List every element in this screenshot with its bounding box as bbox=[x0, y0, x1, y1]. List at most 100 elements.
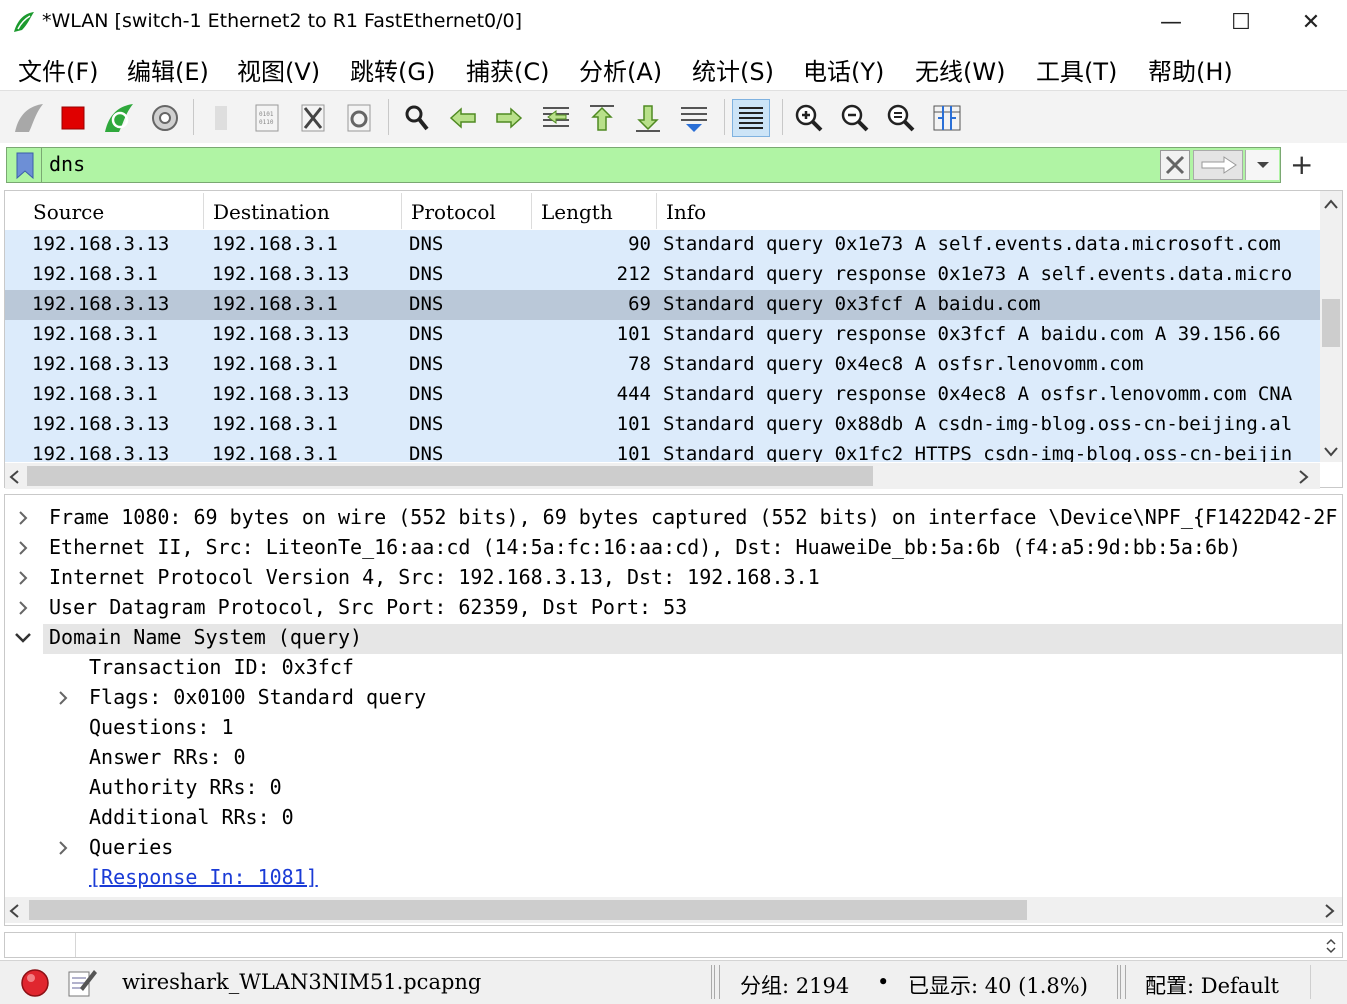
packet-row-selected[interactable]: 192.168.3.13 192.168.3.1 DNS 69 Standard… bbox=[5, 290, 1320, 320]
scroll-right-icon[interactable] bbox=[1298, 469, 1310, 485]
restart-capture-icon[interactable] bbox=[100, 99, 138, 137]
minimize-button[interactable]: — bbox=[1136, 0, 1206, 44]
menu-statistics[interactable]: 统计(S) bbox=[692, 52, 774, 87]
menu-file[interactable]: 文件(F) bbox=[18, 52, 99, 87]
stop-capture-icon[interactable] bbox=[54, 99, 92, 137]
vscroll-thumb[interactable] bbox=[1322, 299, 1340, 347]
go-to-packet-icon[interactable] bbox=[537, 99, 575, 137]
detail-queries[interactable]: Queries bbox=[89, 835, 173, 865]
detail-ipv4[interactable]: Internet Protocol Version 4, Src: 192.16… bbox=[49, 565, 820, 595]
detail-dns[interactable]: Domain Name System (query) bbox=[49, 625, 362, 655]
apply-filter-arrow-icon[interactable] bbox=[1193, 150, 1243, 180]
packet-row[interactable]: 192.168.3.1 192.168.3.13 DNS 101 Standar… bbox=[5, 320, 1320, 350]
collapse-arrow-icon[interactable] bbox=[14, 631, 32, 645]
scroll-right-icon[interactable] bbox=[1324, 903, 1336, 919]
expert-info-icon[interactable] bbox=[20, 968, 50, 998]
column-protocol[interactable]: Protocol bbox=[411, 200, 496, 224]
zoom-out-icon[interactable] bbox=[836, 99, 874, 137]
menu-help[interactable]: 帮助(H) bbox=[1148, 52, 1233, 87]
cell-protocol: DNS bbox=[409, 323, 444, 345]
capture-options-icon[interactable] bbox=[146, 99, 184, 137]
auto-scroll-icon[interactable] bbox=[675, 99, 713, 137]
detail-ethernet[interactable]: Ethernet II, Src: LiteonTe_16:aa:cd (14:… bbox=[49, 535, 1241, 565]
start-capture-icon[interactable] bbox=[10, 99, 48, 137]
packet-row[interactable]: 192.168.3.1 192.168.3.13 DNS 444 Standar… bbox=[5, 380, 1320, 410]
zoom-in-icon[interactable] bbox=[790, 99, 828, 137]
cell-protocol: DNS bbox=[409, 413, 444, 435]
display-filter-bar: dns bbox=[6, 147, 1281, 183]
expand-arrow-icon[interactable] bbox=[56, 690, 70, 706]
filter-history-dropdown[interactable] bbox=[1245, 150, 1279, 180]
expand-arrow-icon[interactable] bbox=[56, 840, 70, 856]
find-packet-icon[interactable] bbox=[398, 99, 436, 137]
column-info[interactable]: Info bbox=[666, 200, 706, 224]
scroll-left-icon[interactable] bbox=[8, 469, 20, 485]
cell-destination: 192.168.3.13 bbox=[212, 383, 350, 405]
menu-tools[interactable]: 工具(T) bbox=[1036, 52, 1117, 87]
svg-text:0110: 0110 bbox=[259, 119, 274, 126]
menu-analyze[interactable]: 分析(A) bbox=[579, 52, 662, 87]
menu-view[interactable]: 视图(V) bbox=[237, 52, 320, 87]
expand-arrow-icon[interactable] bbox=[16, 510, 30, 526]
spin-arrows-icon[interactable] bbox=[1324, 938, 1338, 954]
cell-destination: 192.168.3.1 bbox=[212, 233, 338, 255]
close-file-icon[interactable] bbox=[294, 99, 332, 137]
maximize-button[interactable]: ☐ bbox=[1206, 0, 1276, 44]
clear-filter-icon[interactable] bbox=[1160, 150, 1190, 180]
reload-file-icon[interactable] bbox=[340, 99, 378, 137]
save-file-icon[interactable]: 0101 0110 bbox=[248, 99, 286, 137]
cell-info: Standard query response 0x1e73 A self.ev… bbox=[663, 263, 1293, 285]
close-button[interactable]: ✕ bbox=[1276, 0, 1346, 44]
column-source[interactable]: Source bbox=[33, 200, 104, 224]
go-back-icon[interactable] bbox=[444, 99, 482, 137]
cell-length: 101 bbox=[616, 443, 651, 462]
detail-udp[interactable]: User Datagram Protocol, Src Port: 62359,… bbox=[49, 595, 687, 625]
detail-flags[interactable]: Flags: 0x0100 Standard query bbox=[89, 685, 426, 715]
packet-row[interactable]: 192.168.3.13 192.168.3.1 DNS 90 Standard… bbox=[5, 230, 1320, 260]
packet-row[interactable]: 192.168.3.1 192.168.3.13 DNS 212 Standar… bbox=[5, 260, 1320, 290]
expand-arrow-icon[interactable] bbox=[16, 600, 30, 616]
menu-telephony[interactable]: 电话(Y) bbox=[803, 52, 884, 87]
last-packet-icon[interactable] bbox=[629, 99, 667, 137]
go-forward-icon[interactable] bbox=[490, 99, 528, 137]
response-in-link[interactable]: [Response In: 1081] bbox=[89, 865, 318, 895]
profile-label[interactable]: 配置: Default bbox=[1145, 970, 1279, 1000]
colorize-icon[interactable] bbox=[732, 99, 770, 137]
normal-size-icon[interactable] bbox=[882, 99, 920, 137]
packet-row[interactable]: 192.168.3.13 192.168.3.1 DNS 78 Standard… bbox=[5, 350, 1320, 380]
detail-transaction-id[interactable]: Transaction ID: 0x3fcf bbox=[89, 655, 354, 685]
resize-columns-icon[interactable] bbox=[928, 99, 966, 137]
expand-arrow-icon[interactable] bbox=[16, 570, 30, 586]
detail-additional-rrs[interactable]: Additional RRs: 0 bbox=[89, 805, 294, 835]
packet-row[interactable]: 192.168.3.13 192.168.3.1 DNS 101 Standar… bbox=[5, 410, 1320, 440]
packet-row[interactable]: 192.168.3.13 192.168.3.1 DNS 101 Standar… bbox=[5, 440, 1320, 462]
capture-comment-icon[interactable] bbox=[66, 966, 98, 998]
hscroll-thumb[interactable] bbox=[29, 900, 1027, 920]
menu-wireless[interactable]: 无线(W) bbox=[915, 52, 1005, 87]
scroll-down-icon[interactable] bbox=[1323, 445, 1339, 457]
cell-length: 212 bbox=[616, 263, 651, 285]
hscroll-thumb[interactable] bbox=[27, 466, 873, 486]
detail-frame[interactable]: Frame 1080: 69 bytes on wire (552 bits),… bbox=[49, 505, 1337, 535]
add-filter-button[interactable]: + bbox=[1290, 148, 1313, 181]
column-length[interactable]: Length bbox=[541, 200, 613, 224]
menu-go[interactable]: 跳转(G) bbox=[350, 52, 435, 87]
scroll-up-icon[interactable] bbox=[1323, 198, 1339, 210]
menu-capture[interactable]: 捕获(C) bbox=[466, 52, 549, 87]
cell-info: Standard query response 0x3fcf A baidu.c… bbox=[663, 323, 1281, 345]
bookmark-icon[interactable] bbox=[15, 152, 35, 180]
detail-answer-rrs[interactable]: Answer RRs: 0 bbox=[89, 745, 246, 775]
first-packet-icon[interactable] bbox=[583, 99, 621, 137]
detail-questions[interactable]: Questions: 1 bbox=[89, 715, 234, 745]
display-filter-input[interactable]: dns bbox=[49, 152, 85, 176]
detail-authority-rrs[interactable]: Authority RRs: 0 bbox=[89, 775, 282, 805]
open-file-icon[interactable] bbox=[202, 99, 240, 137]
details-hscrollbar[interactable] bbox=[5, 897, 1342, 923]
packet-list-hscrollbar[interactable] bbox=[5, 463, 1320, 489]
scroll-left-icon[interactable] bbox=[8, 903, 20, 919]
cell-source: 192.168.3.13 bbox=[32, 443, 170, 462]
menu-edit[interactable]: 编辑(E) bbox=[127, 52, 209, 87]
column-destination[interactable]: Destination bbox=[213, 200, 330, 224]
expand-arrow-icon[interactable] bbox=[16, 540, 30, 556]
packet-list-vscrollbar[interactable] bbox=[1320, 191, 1342, 462]
